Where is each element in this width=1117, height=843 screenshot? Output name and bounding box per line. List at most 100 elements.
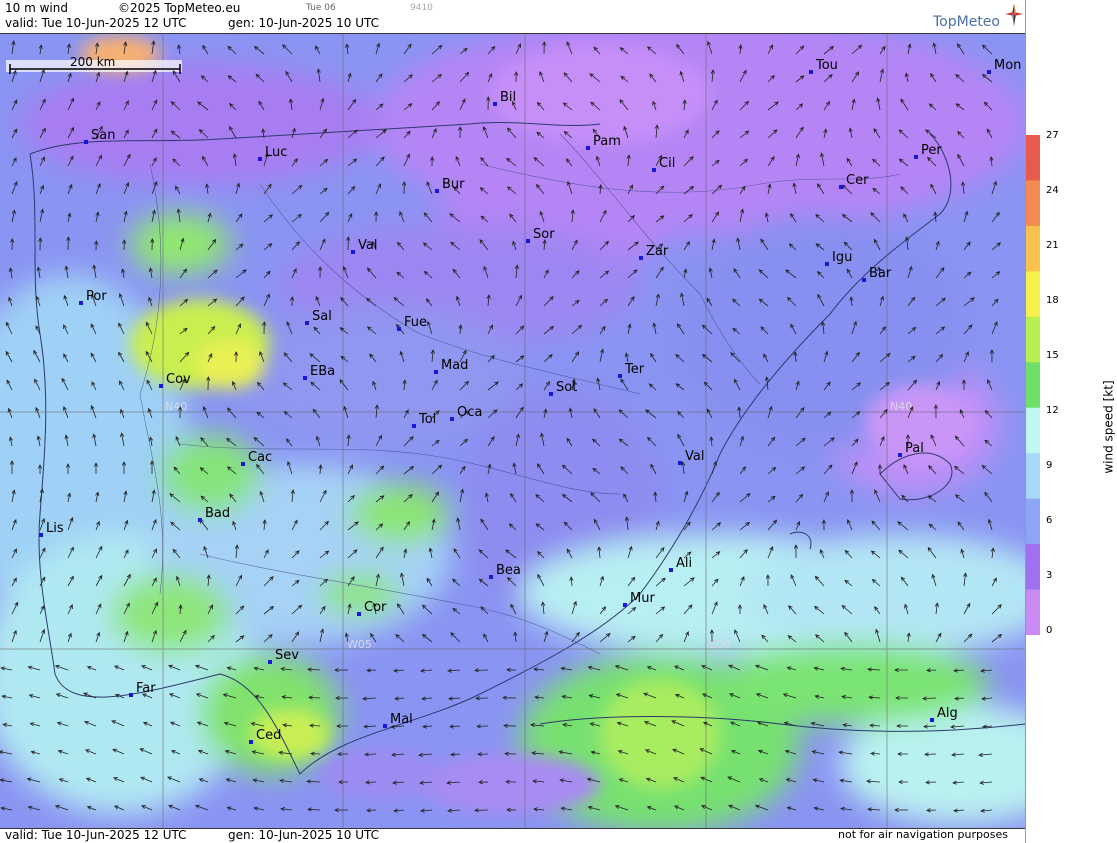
city-dot xyxy=(493,102,497,106)
city-label: Lis xyxy=(46,521,64,536)
compass-logo-icon xyxy=(1005,4,1023,26)
city-label: Fue xyxy=(404,315,427,330)
city-dot xyxy=(241,462,245,466)
city-label: Far xyxy=(136,681,156,696)
city-label: Bea xyxy=(496,563,521,578)
legend-title: wind speed [kt] xyxy=(1101,380,1116,474)
city-dot xyxy=(623,603,627,607)
city-label: Sot xyxy=(556,380,577,395)
city-label: Mon xyxy=(994,58,1021,73)
lat-label-left: N40 xyxy=(165,400,187,413)
city-label: Sor xyxy=(533,227,555,242)
city-dot xyxy=(268,660,272,664)
legend-tick-label: 21 xyxy=(1046,240,1059,251)
city-label: Igu xyxy=(832,250,852,265)
city-label: Pal xyxy=(905,441,924,456)
scale-bar-label: 200 km xyxy=(70,55,115,69)
legend-colorbar xyxy=(1026,135,1040,635)
city-label: Pam xyxy=(593,134,621,149)
legend-tick-label: 3 xyxy=(1046,570,1053,581)
city-label: Val xyxy=(685,449,704,464)
city-dot xyxy=(930,718,934,722)
city-label: San xyxy=(91,128,115,143)
map-footer: valid: Tue 10-Jun-2025 12 UTC gen: 10-Ju… xyxy=(0,828,1025,843)
legend-swatch xyxy=(1026,498,1040,545)
city-label: Tol xyxy=(418,412,436,427)
legend-swatch xyxy=(1026,407,1040,454)
city-dot xyxy=(79,301,83,305)
city-dot xyxy=(258,157,262,161)
city-dot xyxy=(357,612,361,616)
legend-tick-label: 15 xyxy=(1046,350,1059,361)
field-title: 10 m wind xyxy=(5,1,68,15)
city-dot xyxy=(669,568,673,572)
legend-tick-label: 18 xyxy=(1046,295,1059,306)
city-label: Per xyxy=(921,143,942,158)
footer-generated-time: gen: 10-Jun-2025 10 UTC xyxy=(228,828,380,842)
legend-swatch xyxy=(1026,135,1040,181)
city-label: Sal xyxy=(312,309,332,324)
city-dot xyxy=(412,424,416,428)
city-label: Mal xyxy=(390,712,413,727)
city-dot xyxy=(586,146,590,150)
city-label: Bar xyxy=(869,266,892,281)
city-label: Ter xyxy=(624,362,645,377)
city-dot xyxy=(489,575,493,579)
city-dot xyxy=(305,321,309,325)
city-label: Oca xyxy=(457,405,482,420)
city-label: Ali xyxy=(676,556,692,571)
city-dot xyxy=(450,417,454,421)
city-dot xyxy=(159,384,163,388)
city-dot xyxy=(129,693,133,697)
city-label: Bil xyxy=(500,90,516,105)
legend-tick-label: 9 xyxy=(1046,460,1053,471)
topmeteo-logo-text: TopMeteo xyxy=(933,14,1000,30)
city-dot xyxy=(249,740,253,744)
valid-time: valid: Tue 10-Jun-2025 12 UTC xyxy=(5,16,187,30)
wind-map-canvas[interactable]: N40 N40 W05 E00 0 200 km SanLucBilPamTou… xyxy=(0,34,1025,829)
city-dot xyxy=(914,155,918,159)
city-label: Val xyxy=(358,238,377,253)
city-dot xyxy=(383,724,387,728)
city-dot xyxy=(898,453,902,457)
city-dot xyxy=(526,239,530,243)
legend-swatch xyxy=(1026,544,1040,591)
city-dot xyxy=(825,262,829,266)
legend-tick-label: 27 xyxy=(1046,130,1059,141)
city-dot xyxy=(839,185,843,189)
city-label: Por xyxy=(86,289,107,304)
city-dot xyxy=(434,370,438,374)
city-dot xyxy=(39,533,43,537)
footer-valid-time: valid: Tue 10-Jun-2025 12 UTC xyxy=(5,828,187,842)
city-dot xyxy=(303,376,307,380)
legend-swatch xyxy=(1026,180,1040,227)
city-label: Luc xyxy=(265,145,287,160)
wind-map[interactable]: N40 N40 W05 E00 0 200 km San Luc Bil Pam Tou… xyxy=(0,33,1025,829)
city-dot xyxy=(862,278,866,282)
legend-swatch xyxy=(1026,362,1040,409)
city-label: Bad xyxy=(205,506,230,521)
legend-swatch xyxy=(1026,316,1040,363)
legend-swatch xyxy=(1026,453,1040,500)
legend-swatch xyxy=(1026,225,1040,272)
city-label: Bur xyxy=(442,177,465,192)
run-code: 9410 xyxy=(410,3,433,13)
map-header: 10 m wind ©2025 TopMeteo.eu valid: Tue 1… xyxy=(0,0,1025,33)
city-label: Ced xyxy=(256,728,281,743)
lon-label-left: 0 xyxy=(4,638,11,651)
city-dot xyxy=(198,518,202,522)
city-label: Mur xyxy=(630,591,655,606)
forecast-step: Tue 06 xyxy=(306,3,336,13)
city-label: Sev xyxy=(275,648,299,663)
city-label: Cor xyxy=(364,600,387,615)
copyright-text: ©2025 TopMeteo.eu xyxy=(118,1,241,15)
city-label: Tou xyxy=(815,58,838,73)
city-label: Mad xyxy=(441,358,468,373)
city-dot xyxy=(639,256,643,260)
city-dot xyxy=(397,327,401,331)
lon-label-w05: W05 xyxy=(347,638,372,651)
city-dot xyxy=(987,70,991,74)
city-dot xyxy=(435,189,439,193)
city-label: Cac xyxy=(248,450,272,465)
city-label: EBa xyxy=(310,364,335,379)
